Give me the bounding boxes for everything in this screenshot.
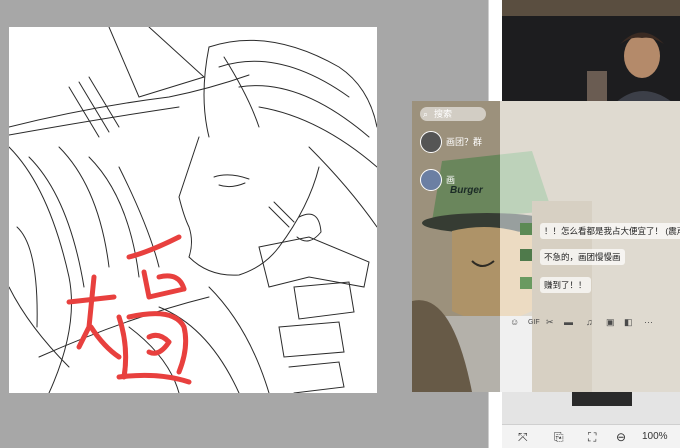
scissors-icon[interactable]: ✂: [546, 317, 554, 328]
sender-avatar: [520, 223, 532, 235]
more-icon[interactable]: ···: [644, 317, 653, 327]
sender-avatar: [520, 249, 532, 261]
avatar: [420, 131, 442, 153]
drawing-canvas[interactable]: [9, 27, 377, 393]
zoom-level: 100%: [642, 431, 668, 442]
reference-photo: [502, 16, 680, 106]
music-icon[interactable]: ♫: [586, 317, 593, 327]
conversation-item[interactable]: 画团？群: [420, 131, 496, 153]
sender-avatar: [520, 277, 532, 289]
chat-sidebar: ⌕ 搜索 画团？群 画 Burger: [412, 101, 500, 392]
fit-icon[interactable]: ⤧: [518, 430, 528, 445]
image-icon[interactable]: ▣: [606, 317, 615, 328]
ocr-icon[interactable]: ⎘: [554, 430, 564, 445]
viewer-toolbar: ⤧ ⎘ ⛶ ⊖ 100%: [502, 424, 680, 448]
zoom-out-icon[interactable]: ⊖: [616, 430, 626, 444]
search-icon: ⌕: [423, 109, 429, 119]
message-bubble: 不急的，画团慢慢画: [540, 249, 625, 265]
viewer-title-bar: [502, 0, 680, 16]
signature-mark: [66, 234, 192, 385]
emoji-icon[interactable]: ☺: [510, 317, 519, 327]
message-bubble: 赚到了！！: [540, 277, 591, 293]
burger-label: Burger: [450, 185, 483, 196]
chat-search-input[interactable]: ⌕ 搜索: [420, 107, 486, 121]
conversation-name: 画团？群: [446, 137, 483, 147]
gif-icon[interactable]: GIF: [528, 319, 540, 326]
fullscreen-icon[interactable]: ⛶: [588, 430, 596, 445]
folder-icon[interactable]: ▬: [564, 317, 573, 327]
mic-icon[interactable]: ◧: [624, 317, 633, 328]
search-placeholder: 搜索: [434, 109, 453, 119]
chat-input-toolbar: ☺ GIF ✂ ▬ ♫ ▣ ◧ ···: [500, 317, 680, 333]
message-bubble: ！！怎么看都是我占大便宜了！ (震声: [540, 223, 680, 239]
chat-message-area[interactable]: ！！怎么看都是我占大便宜了！ (震声 不急的，画团慢慢画 赚到了！！ ☺ GIF…: [500, 101, 680, 392]
sketch-artwork: [9, 27, 377, 393]
chat-window[interactable]: ⌕ 搜索 画团？群 画 Burger ！！怎么看都是我占大便宜了！ (震声 不急…: [412, 101, 680, 392]
avatar: [420, 169, 442, 191]
